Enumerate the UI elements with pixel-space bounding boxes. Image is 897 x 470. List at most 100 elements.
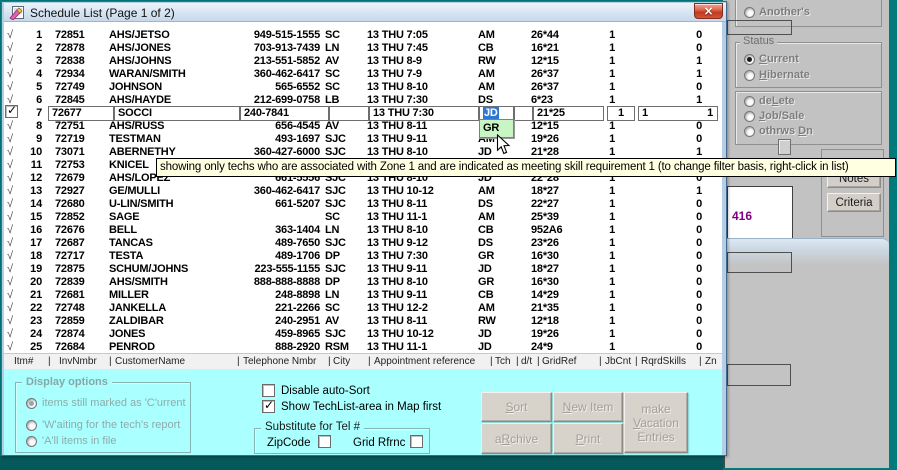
cell-name: TESTA: [109, 250, 227, 263]
edit-field-inv[interactable]: 72677: [48, 106, 114, 121]
edit-field-dt[interactable]: [514, 106, 533, 121]
cell-tch: AM: [478, 302, 508, 315]
show-techlist-checkbox[interactable]: ✓: [262, 400, 275, 413]
status-radio-1[interactable]: [744, 70, 755, 81]
table-row[interactable]: √372838AHS/JOHNS213-551-5852AV13 THU 8-9…: [4, 55, 722, 68]
cell-grid: 18*27: [531, 185, 593, 198]
cell-inv: 72717: [55, 250, 115, 263]
cell-zn: 0: [676, 315, 702, 328]
header-separator: |: [48, 355, 51, 369]
table-row[interactable]: √1472680U-LIN/SMITH661-5207SJC13 THU 8-1…: [4, 198, 722, 211]
header-separator: |: [537, 355, 540, 369]
criteria-button[interactable]: Criteria: [827, 193, 881, 212]
cell-phone: 363-1404: [224, 224, 320, 237]
cell-phone: 656-4545: [224, 120, 320, 133]
cell-grid: 22*27: [531, 198, 593, 211]
new-item-button[interactable]: New Item: [553, 392, 623, 422]
zipcode-checkbox[interactable]: [318, 435, 331, 448]
cell-itm: 23: [17, 315, 42, 328]
table-row[interactable]: √2372859ZALDIBAR240-2951AV13 THU 8-11RW1…: [4, 315, 722, 328]
table-row[interactable]: √272878AHS/JONES703-913-7439LN13 THU 7:4…: [4, 42, 722, 55]
display-options-title: Display options: [22, 376, 112, 388]
display-option-radio-1[interactable]: [26, 420, 37, 431]
cell-inv: 72680: [55, 198, 115, 211]
cell-phone: 459-8965: [224, 328, 320, 341]
table-row[interactable]: √872751AHS/RUSS656-4545AV13 THU 8-1112*1…: [4, 120, 722, 133]
column-header-row: Itm#InvNmbrCustomerNameTelephone NmbrCit…: [4, 353, 722, 369]
table-row[interactable]: √2172681MILLER248-8898LN13 THU 9-11CB14*…: [4, 289, 722, 302]
table-row[interactable]: √1872717TESTA489-1706DP13 THU 7:30GR16*3…: [4, 250, 722, 263]
table-row[interactable]: √2272748JANKELLA221-2266SC13 THU 12-2AM2…: [4, 302, 722, 315]
display-option-label-0: items still marked as 'C'urrent: [42, 397, 186, 409]
cell-city: SJC: [325, 263, 365, 276]
mode-radio-0[interactable]: [744, 96, 755, 107]
scrollbar-thumb[interactable]: [778, 139, 791, 155]
edit-field-phone[interactable]: 240-7841: [240, 106, 329, 121]
print-button[interactable]: Print: [553, 423, 623, 454]
cell-phone: 661-5207: [224, 198, 320, 211]
archive-button[interactable]: aRchive: [481, 423, 552, 454]
make-vacation-entries-button[interactable]: makeVacationEntries: [624, 392, 688, 453]
cell-appt: 13 THU 8-11: [367, 198, 479, 211]
cell-phone: 221-2266: [224, 302, 320, 315]
cell-inv: 72751: [55, 120, 115, 133]
cell-grid: 26*44: [531, 29, 593, 42]
table-row[interactable]: √172851AHS/JETSO949-515-1555SC13 THU 7:0…: [4, 29, 722, 42]
display-option-radio-0[interactable]: [26, 398, 37, 409]
table-row[interactable]: √972719TESTMAN493-1697SJC13 THU 9-11AM19…: [4, 133, 722, 146]
cell-name: JANKELLA: [109, 302, 227, 315]
cell-itm: 14: [17, 198, 42, 211]
cell-inv: 72927: [55, 185, 115, 198]
check-icon: ✓: [7, 103, 17, 117]
cell-grid: 12*15: [531, 120, 593, 133]
table-row[interactable]: √1672676BELL363-1404LN13 THU 8-10CB952A6…: [4, 224, 722, 237]
cell-itm: 19: [17, 263, 42, 276]
selected-tech-value: JD: [483, 107, 499, 119]
table-row[interactable]: √572749JOHNSON565-6552SC13 THU 8-10AM26*…: [4, 81, 722, 94]
table-row[interactable]: √1372927GE/MULLI360-462-6417SJC13 THU 10…: [4, 185, 722, 198]
hidden-button-box-1: [727, 252, 792, 273]
disable-autosort-label: Disable auto-Sort: [281, 385, 370, 398]
grid-rfrnc-checkbox[interactable]: [410, 435, 423, 448]
cell-zn: 0: [676, 81, 702, 94]
edit-field-appt[interactable]: 13 THU 7:30: [369, 106, 479, 121]
cell-zn: 0: [676, 42, 702, 55]
zipcode-label: ZipCode: [267, 437, 310, 450]
column-header-telephone-nmbr: Telephone Nmbr: [243, 355, 316, 369]
display-option-radio-2[interactable]: [26, 436, 37, 447]
edit-field-grid[interactable]: 21*25: [533, 106, 604, 121]
status-radio-0[interactable]: [744, 54, 755, 65]
title-bar[interactable]: Schedule List (Page 1 of 2): [4, 3, 726, 22]
cell-zn: 1: [676, 68, 702, 81]
table-row[interactable]: √2472874JONES459-8965SJC13 THU 10-12JD19…: [4, 328, 722, 341]
table-row[interactable]: √2072839AHS/SMITH888-888-8888DP13 THU 8-…: [4, 276, 722, 289]
table-row[interactable]: √1972875SCHUM/JOHNS223-555-1155SJC13 THU…: [4, 263, 722, 276]
edit-field-name[interactable]: SOCCI: [114, 106, 240, 121]
cell-itm: 20: [17, 276, 42, 289]
table-row[interactable]: √1772687TANCAS489-7650SJC13 THU 9-12DS23…: [4, 237, 722, 250]
table-row[interactable]: √2572684PENROD888-2920RSM13 THU 11-1JD24…: [4, 341, 722, 353]
edit-field-jbcnt[interactable]: 1: [607, 106, 635, 121]
schedule-list[interactable]: √172851AHS/JETSO949-515-1555SC13 THU 7:0…: [4, 22, 722, 353]
edit-field-rqrdskills[interactable]: 11: [638, 106, 718, 121]
cell-appt: 13 THU 8-10: [367, 224, 479, 237]
cell-jbcnt: 1: [594, 250, 615, 263]
show-techlist-label: Show TechList-area in Map first: [281, 401, 441, 414]
mode-radio-2[interactable]: [744, 126, 755, 137]
table-row[interactable]: √472934WARAN/SMITH360-462-6417SC13 THU 7…: [4, 68, 722, 81]
sort-button[interactable]: Sort: [481, 392, 552, 422]
cell-appt: 13 THU 9-11: [367, 263, 479, 276]
table-row[interactable]: √1572852SAGESC13 THU 11-1AM25*3910: [4, 211, 722, 224]
cell-city: SJC: [325, 198, 365, 211]
anothers-radio[interactable]: [744, 7, 755, 18]
edit-field-city[interactable]: [329, 106, 369, 121]
mode-radio-1[interactable]: [744, 111, 755, 122]
row-select-checkbox[interactable]: ✓: [5, 105, 18, 118]
cell-jbcnt: 1: [594, 42, 615, 55]
filter-tooltip: showing only techs who are associated wi…: [156, 158, 896, 177]
cell-jbcnt: 1: [594, 185, 615, 198]
column-header-rqrdskills: RqrdSkills: [641, 355, 686, 369]
disable-autosort-checkbox[interactable]: [262, 384, 275, 397]
radio-dot: [29, 401, 34, 406]
close-button[interactable]: ×: [694, 3, 723, 19]
